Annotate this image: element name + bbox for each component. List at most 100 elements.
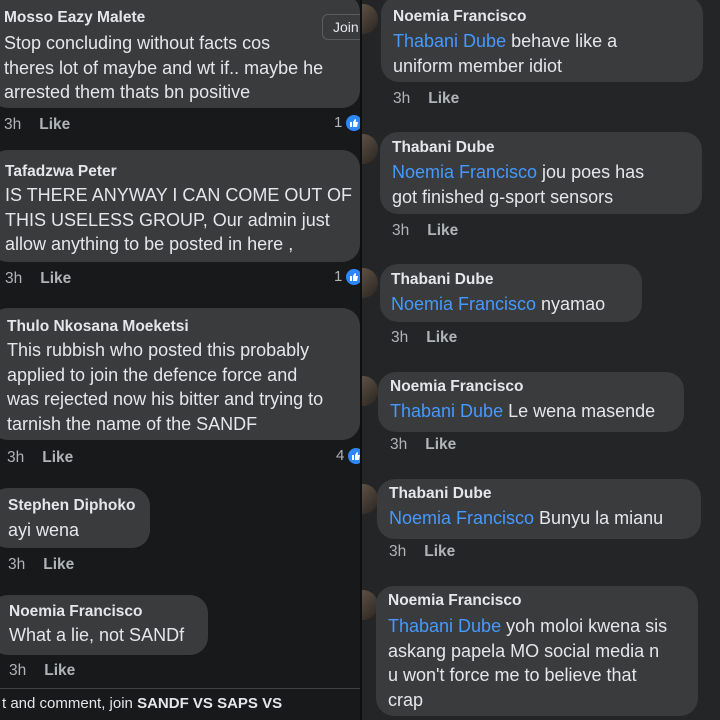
like-button[interactable]: Like xyxy=(44,662,75,679)
comment-text: What a lie, not SANDf xyxy=(9,623,184,648)
mention-link[interactable]: Thabani Dube xyxy=(388,616,501,636)
comment-line: was rejected now his bitter and trying t… xyxy=(7,389,324,409)
comment-line: theres lot of maybe and wt if.. maybe he xyxy=(4,57,324,78)
comment-time: 3h xyxy=(392,222,410,239)
like-button[interactable]: Like xyxy=(40,270,71,287)
footer-group-name[interactable]: SANDF VS SAPS VS xyxy=(137,695,282,712)
comment-text: Thabani Dube Le wena masende xyxy=(390,399,655,424)
comment-text: IS THERE ANYWAY I CAN COME OUT OF THIS U… xyxy=(5,183,352,257)
comment-text: Thabani Dube yoh moloi kwena sis askang … xyxy=(388,614,667,712)
reaction-count[interactable]: 4 xyxy=(336,447,362,464)
comment-meta: 3h Like xyxy=(390,436,456,454)
mention-link[interactable]: Noemia Francisco xyxy=(391,294,536,314)
comment-author[interactable]: Noemia Francisco xyxy=(9,603,143,621)
comment-line: ayi wena xyxy=(8,520,80,540)
comment-time: 3h xyxy=(5,270,23,287)
comment-line-text: jou poes has xyxy=(537,162,645,182)
comment-author[interactable]: Thabani Dube xyxy=(391,271,493,289)
like-button[interactable]: Like xyxy=(39,116,70,133)
like-button[interactable]: Like xyxy=(428,90,459,107)
comment-line: uniform member idiot xyxy=(393,55,563,76)
comment-line-text: yoh moloi kwena sis xyxy=(501,616,668,636)
footer-prefix: t and comment, join xyxy=(2,695,138,712)
like-button[interactable]: Like xyxy=(426,329,457,346)
comment-line: Noemia Francisco nyamao xyxy=(391,292,605,317)
comment-meta: 3h Like xyxy=(5,270,71,288)
avatar[interactable] xyxy=(362,134,378,164)
comment-author[interactable]: Noemia Francisco xyxy=(390,378,524,396)
like-button[interactable]: Like xyxy=(425,436,456,453)
like-button[interactable]: Like xyxy=(43,556,74,573)
comment-author[interactable]: Thabani Dube xyxy=(392,139,494,157)
mention-link[interactable]: Thabani Dube xyxy=(393,31,506,51)
comment-line: crap xyxy=(388,689,424,710)
comment-line: u won't force me to believe that xyxy=(388,665,637,685)
comment-text: This rubbish who posted this probably ap… xyxy=(7,338,323,436)
comment-text: Stop concluding without facts cos theres… xyxy=(4,31,323,105)
comment-time: 3h xyxy=(390,436,408,453)
comment-line-text: nyamao xyxy=(536,294,606,314)
comment-line: Thabani Dube behave like a xyxy=(393,29,617,54)
avatar[interactable] xyxy=(362,4,378,34)
comment-line: Noemia Francisco jou poes has xyxy=(392,160,644,185)
comment-text: Noemia Francisco Bunyu la mianu xyxy=(389,506,663,531)
comment-line: applied to join the defence force and xyxy=(7,364,298,385)
comment-author[interactable]: Stephen Diphoko xyxy=(8,497,135,515)
comment-author[interactable]: Noemia Francisco xyxy=(393,8,527,26)
comment-line-text: behave like a xyxy=(506,31,618,51)
reaction-count[interactable]: 1 xyxy=(334,114,362,131)
comment-author[interactable]: Thabani Dube xyxy=(389,485,491,503)
join-group-footer: t and comment, join SANDF VS SAPS VS xyxy=(0,688,362,720)
comment-line: IS THERE ANYWAY I CAN COME OUT OF xyxy=(5,185,353,205)
comment-meta: 3h Like xyxy=(8,556,74,574)
comment-line: Noemia Francisco Bunyu la mianu xyxy=(389,506,663,531)
comment-meta: 3h Like xyxy=(7,449,73,467)
comment-line: What a lie, not SANDf xyxy=(9,625,185,645)
right-comment-column: Noemia Francisco Thabani Dube behave lik… xyxy=(362,0,720,720)
comment-line: THIS USELESS GROUP, Our admin just xyxy=(5,209,330,230)
comment-line: askang papela MO social media n xyxy=(388,640,660,661)
comment-time: 3h xyxy=(9,662,27,679)
comment-author[interactable]: Tafadzwa Peter xyxy=(5,163,117,181)
comment-time: 3h xyxy=(389,543,407,560)
comment-time: 3h xyxy=(391,329,409,346)
reaction-count[interactable]: 1 xyxy=(334,268,362,285)
comment-text: ayi wena xyxy=(8,518,79,543)
reaction-number: 4 xyxy=(336,447,345,464)
mention-link[interactable]: Noemia Francisco xyxy=(389,508,534,528)
left-comment-column: Mosso Eazy Malete Stop concluding withou… xyxy=(0,0,362,720)
comment-meta: 3h Like xyxy=(391,329,457,347)
comment-time: 3h xyxy=(4,116,22,133)
reaction-number: 1 xyxy=(334,268,343,285)
comment-line: allow anything to be posted in here , xyxy=(5,234,294,254)
comment-line: This rubbish who posted this probably xyxy=(7,340,310,360)
comment-line: arrested them thats bn positive xyxy=(4,82,251,102)
comment-author[interactable]: Noemia Francisco xyxy=(388,592,522,610)
like-button[interactable]: Like xyxy=(42,449,73,466)
avatar[interactable] xyxy=(362,268,378,298)
comment-text: Noemia Francisco nyamao xyxy=(391,292,605,317)
comment-line: got finished g-sport sensors xyxy=(392,186,614,207)
comment-time: 3h xyxy=(393,90,411,107)
avatar[interactable] xyxy=(362,376,378,406)
join-button[interactable]: Join xyxy=(322,14,362,40)
like-button[interactable]: Like xyxy=(427,222,458,239)
avatar[interactable] xyxy=(362,484,378,514)
comment-line: Stop concluding without facts cos xyxy=(4,33,271,53)
comment-author[interactable]: Mosso Eazy Malete xyxy=(4,9,145,27)
comment-line-text: Bunyu la mianu xyxy=(534,508,664,528)
mention-link[interactable]: Noemia Francisco xyxy=(392,162,537,182)
comment-line: Thabani Dube Le wena masende xyxy=(390,399,655,424)
reaction-number: 1 xyxy=(334,114,343,131)
comment-line: tarnish the name of the SANDF xyxy=(7,413,258,434)
comment-meta: 3h Like xyxy=(392,222,458,240)
comment-meta: 3h Like xyxy=(4,116,70,134)
comment-author[interactable]: Thulo Nkosana Moeketsi xyxy=(7,318,189,336)
like-button[interactable]: Like xyxy=(424,543,455,560)
comment-time: 3h xyxy=(8,556,26,573)
comment-meta: 3h Like xyxy=(393,90,459,108)
mention-link[interactable]: Thabani Dube xyxy=(390,401,503,421)
comment-line: Thabani Dube yoh moloi kwena sis xyxy=(388,614,667,639)
footer-text: t and comment, join SANDF VS SAPS VS xyxy=(2,695,282,712)
comment-meta: 3h Like xyxy=(389,543,455,561)
